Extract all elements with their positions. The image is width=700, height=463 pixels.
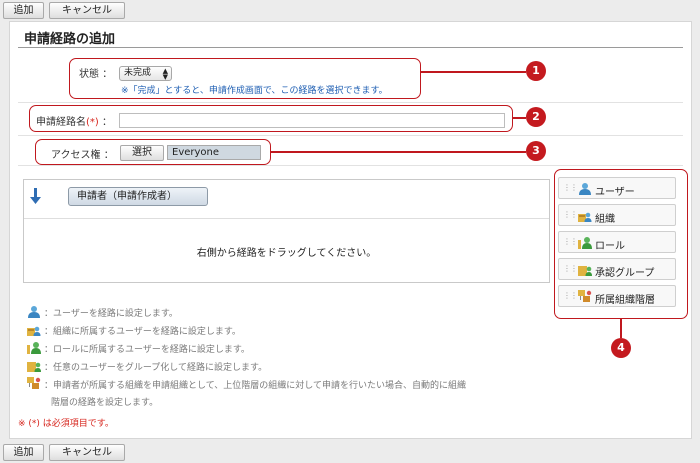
legend-text: ：任意のユーザーをグループ化して経路に設定します。 bbox=[44, 363, 268, 373]
route-drop-area[interactable]: 申請者（申請作成者） 右側から経路をドラッグしてください。 bbox=[23, 179, 550, 283]
page-title: 申請経路の追加 bbox=[24, 32, 116, 47]
legend-text-continuation: 階層の経路を設定します。 bbox=[51, 398, 159, 408]
callout-leader-1 bbox=[421, 71, 526, 73]
callout-number-2: 2 bbox=[526, 107, 546, 127]
callout-box-4 bbox=[554, 169, 688, 319]
callout-leader-3 bbox=[271, 151, 526, 153]
legend-text: ：ロールに所属するユーザーを経路に設定します。 bbox=[44, 345, 250, 355]
row-divider bbox=[18, 135, 683, 136]
callout-box-3 bbox=[35, 139, 271, 165]
add-button-bottom[interactable]: 追加 bbox=[3, 444, 44, 461]
legend-text: ：申請者が所属する組織を申請組織として、上位階層の組織に対して申請を行いたい場合… bbox=[44, 381, 467, 391]
user-icon bbox=[28, 306, 40, 318]
applicant-node[interactable]: 申請者（申請作成者） bbox=[68, 187, 208, 206]
callout-number-4: 4 bbox=[611, 338, 631, 358]
route-divider bbox=[24, 218, 549, 219]
cancel-button-bottom[interactable]: キャンセル bbox=[49, 444, 125, 461]
title-divider bbox=[18, 47, 683, 48]
legend-text: ：ユーザーを経路に設定します。 bbox=[44, 309, 178, 319]
drag-instruction: 右側から経路をドラッグしてください。 bbox=[196, 248, 377, 259]
callout-number-1: 1 bbox=[526, 61, 546, 81]
callout-box-1 bbox=[69, 58, 421, 99]
callout-leader-2 bbox=[513, 117, 526, 119]
role-icon bbox=[27, 342, 41, 354]
approval-group-icon bbox=[27, 362, 41, 372]
required-note: ※ (*) は必須項目です。 bbox=[18, 419, 114, 429]
callout-number-3: 3 bbox=[526, 141, 546, 161]
cancel-button-top[interactable]: キャンセル bbox=[49, 2, 125, 19]
arrow-down-icon bbox=[30, 188, 41, 204]
callout-box-2 bbox=[29, 105, 513, 132]
organization-icon bbox=[27, 326, 41, 336]
callout-leader-4 bbox=[620, 319, 622, 338]
row-divider bbox=[18, 102, 683, 103]
add-button-top[interactable]: 追加 bbox=[3, 2, 44, 19]
org-hierarchy-icon bbox=[27, 377, 41, 389]
legend-text: ：組織に所属するユーザーを経路に設定します。 bbox=[44, 327, 241, 337]
